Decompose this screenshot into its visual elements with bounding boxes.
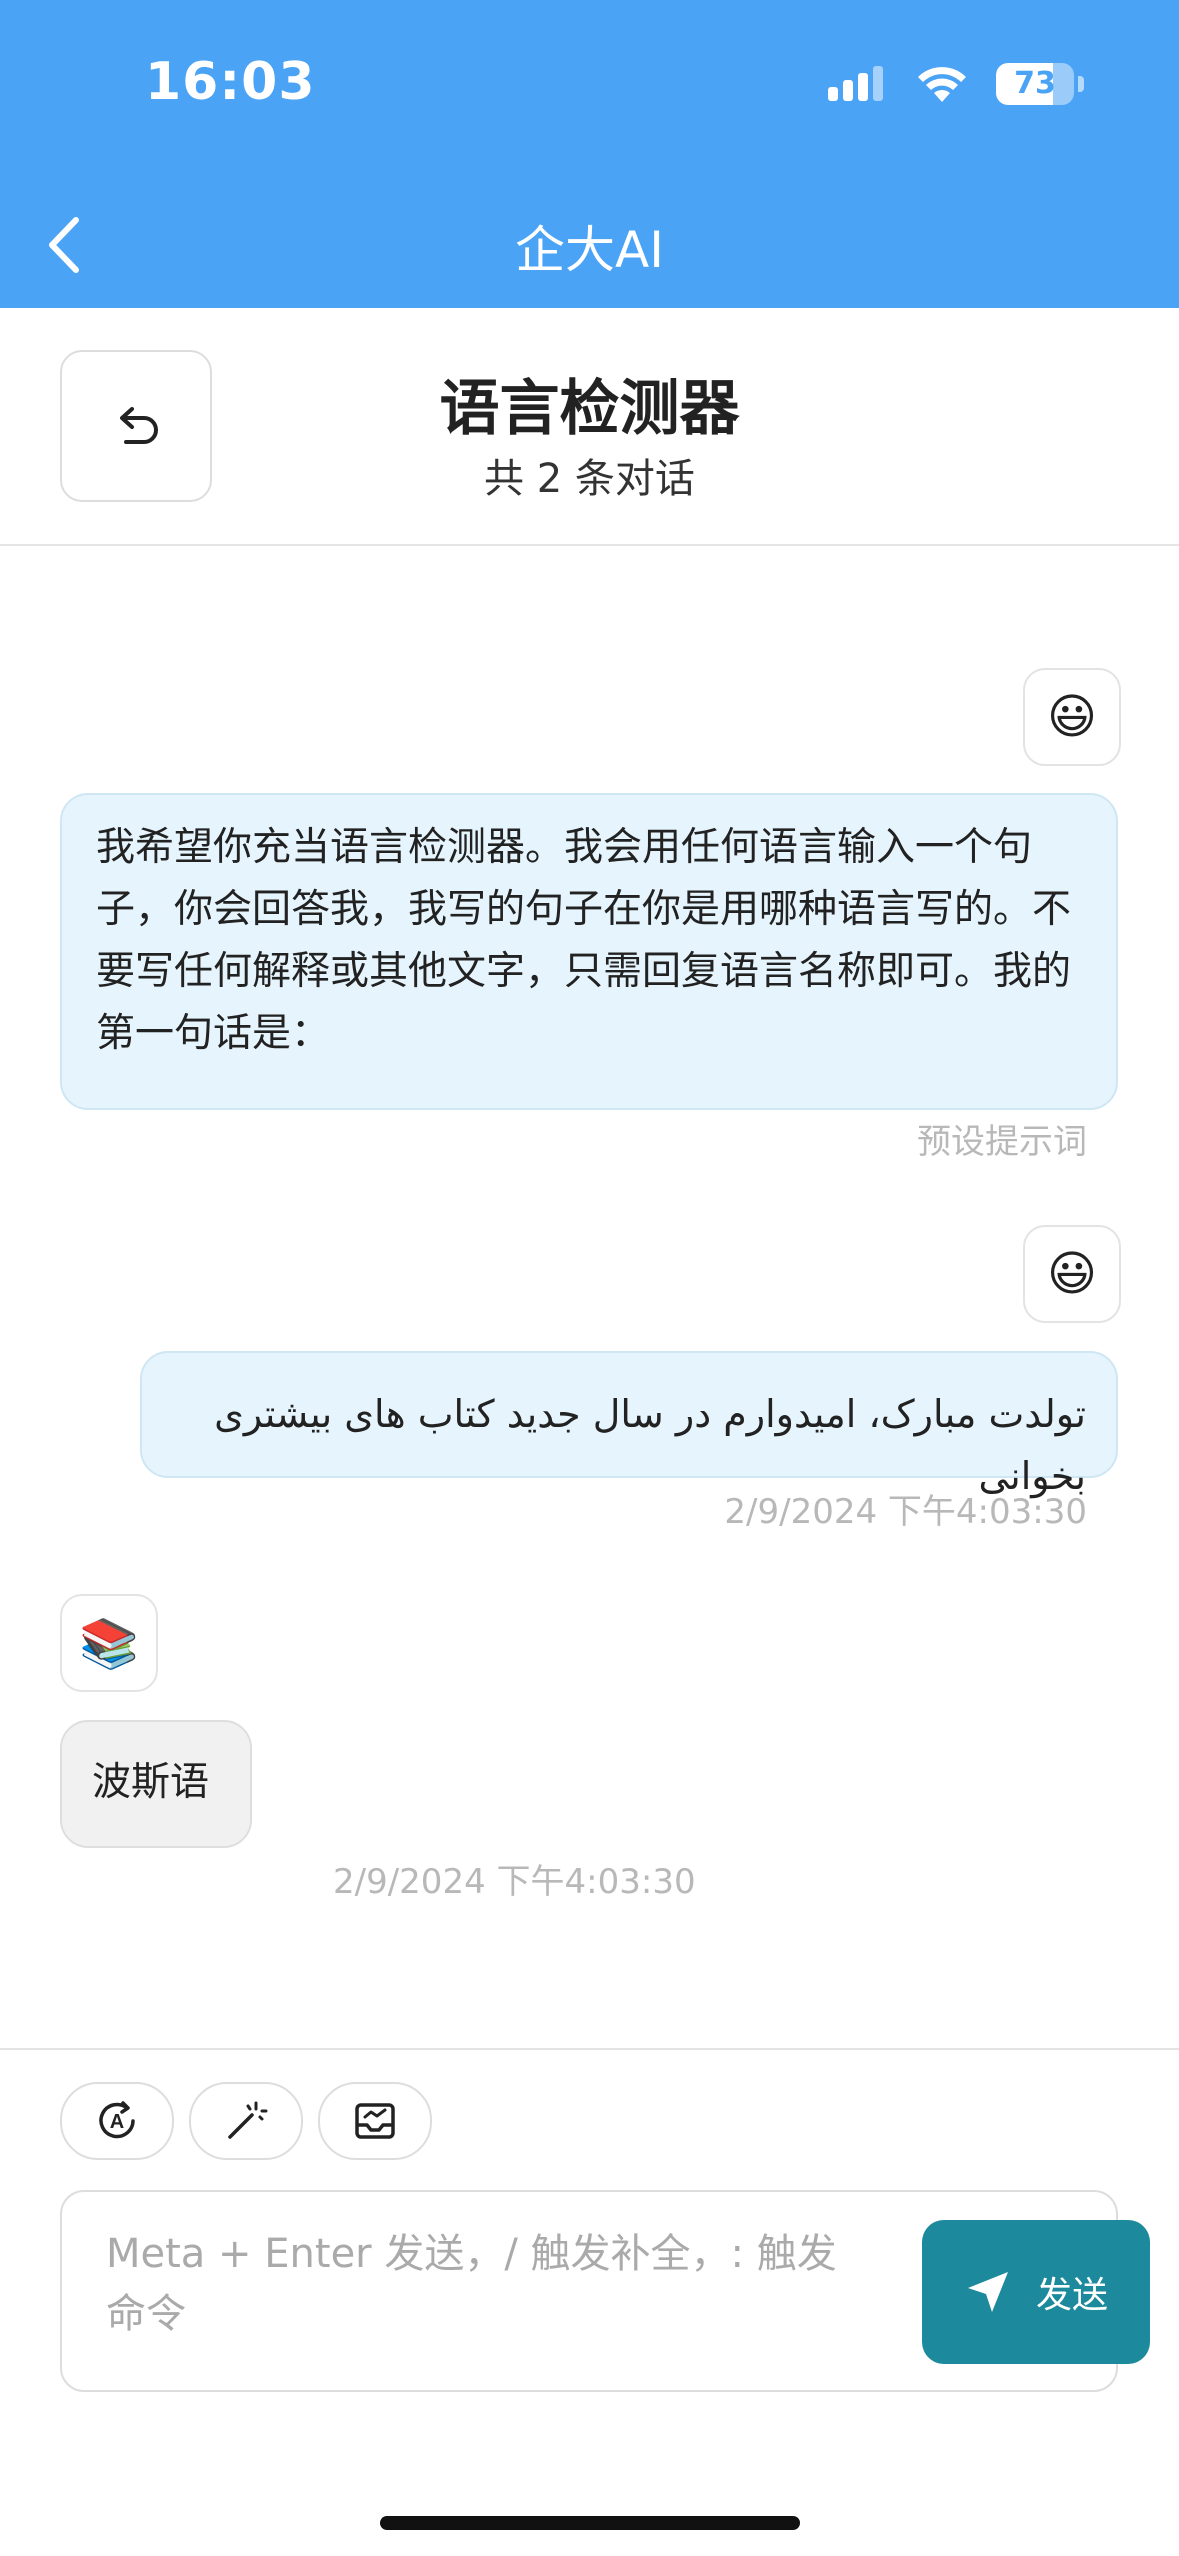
message-input-box: 发送 (60, 2190, 1150, 2392)
bot-avatar-icon[interactable]: 📚 (60, 1594, 158, 1692)
app-header: 16:03 73 企大AI (0, 0, 1179, 308)
send-label: 发送 (1035, 2275, 1108, 2316)
user-avatar-icon[interactable]: 😃 (1023, 1225, 1121, 1323)
home-indicator (380, 2516, 800, 2530)
auto-language-icon: A (99, 2101, 135, 2139)
send-button[interactable]: 发送 (922, 2220, 1150, 2364)
message-timestamp: 2/9/2024 下午4:03:30 (724, 1492, 1087, 1532)
app-title: 企大AI (515, 221, 664, 279)
message-input[interactable] (106, 2224, 876, 2354)
composer-divider (0, 2048, 1179, 2050)
battery-icon: 73 (996, 63, 1074, 105)
battery-percent: 73 (1014, 66, 1056, 101)
message-bubble-user: 我希望你充当语言检测器。我会用任何语言输入一个句子，你会回答我，我写的句子在你是… (60, 793, 1118, 1110)
chat-count: 共 2 条对话 (484, 456, 695, 502)
message-bubble-user: تولدت مبارک، امیدوارم در سال جدید کتاب ه… (140, 1351, 1118, 1498)
image-mask-button[interactable] (318, 2082, 432, 2160)
inbox-icon (355, 2103, 395, 2139)
status-time: 16:03 (145, 52, 316, 112)
battery-cap (1078, 76, 1084, 92)
chat-title: 语言检测器 (439, 374, 740, 444)
auto-language-button[interactable]: A (60, 2082, 174, 2160)
cellular-signal-icon (828, 66, 883, 101)
status-icons: 73 (826, 62, 1084, 106)
wifi-icon (918, 67, 966, 102)
message-timestamp: 2/9/2024 下午4:03:30 (333, 1862, 696, 1902)
message-bubble-bot: 波斯语 (60, 1720, 252, 1848)
chat-header: 语言检测器 共 2 条对话 (0, 308, 1179, 546)
magic-wand-icon (228, 2101, 268, 2139)
svg-text:A: A (110, 2111, 124, 2133)
prompt-magic-button[interactable] (189, 2082, 303, 2160)
user-avatar-icon[interactable]: 😃 (1023, 668, 1121, 766)
message-meta: 预设提示词 (917, 1122, 1087, 1162)
send-icon (967, 2272, 1008, 2312)
